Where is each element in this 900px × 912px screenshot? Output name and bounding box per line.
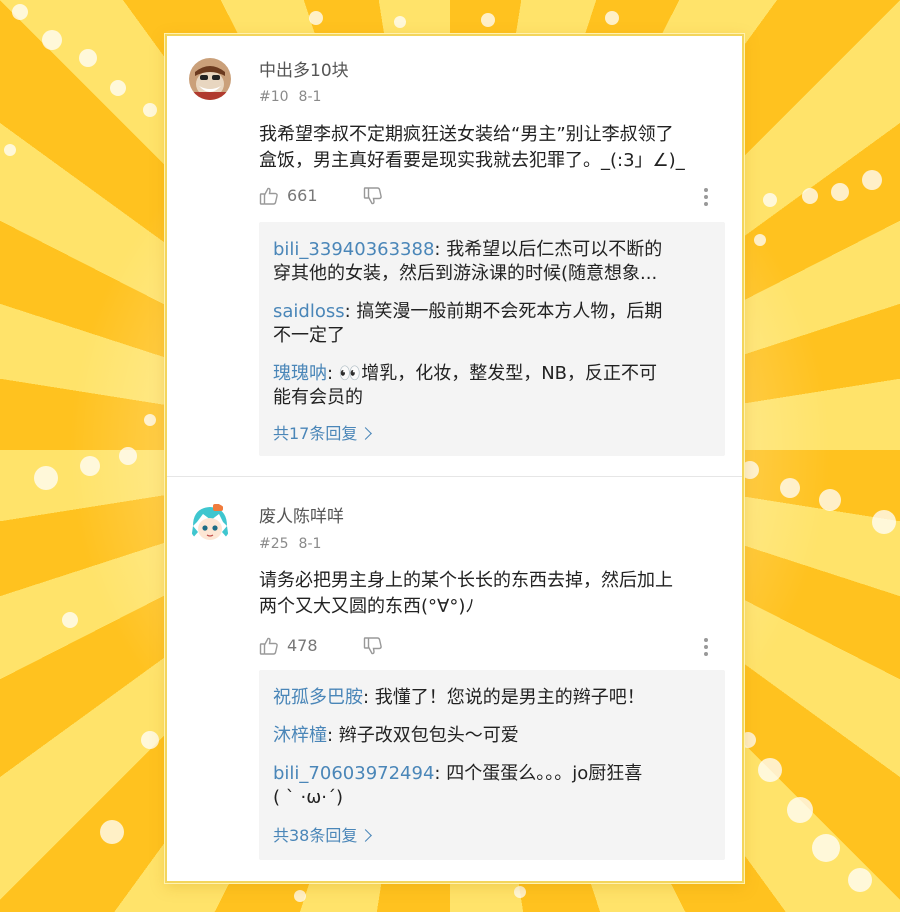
view-more-replies-link[interactable]: 共17条回复 [273, 420, 373, 444]
reply-text: : 辫子改双包包头～可爱 [327, 725, 519, 746]
avatar[interactable] [189, 58, 231, 100]
reply-item[interactable]: saidloss: 搞笑漫一般前期不会死本方人物，后期 不一定了 [273, 300, 703, 348]
comment-date: 8-1 [298, 89, 322, 105]
reply-username[interactable]: 祝孤多巴胺 [273, 687, 363, 708]
reply-username[interactable]: bili_70603972494 [273, 763, 434, 784]
thumbs-up-icon[interactable] [259, 186, 279, 210]
comment-date: 8-1 [298, 536, 322, 552]
reply-item[interactable]: 祝孤多巴胺: 我懂了！您说的是男主的辫子吧！ [273, 686, 703, 710]
username[interactable]: 中出多10块 [259, 56, 349, 81]
floor-number: #10 [259, 89, 289, 105]
reply-item[interactable]: 瑰瑰呐: 👀增乳，化妆，整发型，NB，反正不可 能有会员的 [273, 362, 703, 410]
view-more-replies-label: 共38条回复 [273, 826, 358, 845]
avatar[interactable] [189, 502, 231, 544]
reply-item[interactable]: bili_33940363388: 我希望以后仁杰可以不断的 穿其他的女装，然后… [273, 238, 703, 286]
reply-item[interactable]: bili_70603972494: 四个蛋蛋么。。。jo厨狂喜 ( ` ·ω·´… [273, 762, 703, 810]
reply-item[interactable]: 沐梓橦: 辫子改双包包头～可爱 [273, 724, 703, 748]
comment-item: 中出多10块 #10 8-1 我希望李叔不定期疯狂送女装给“男主”别让李叔领了 盒… [167, 36, 742, 476]
reply-username[interactable]: 沐梓橦 [273, 725, 327, 746]
more-vertical-icon[interactable] [701, 186, 711, 208]
chevron-right-icon [359, 427, 373, 440]
thumbs-down-icon[interactable] [363, 636, 383, 660]
reply-username[interactable]: 瑰瑰呐 [273, 363, 327, 384]
like-count: 478 [287, 636, 318, 655]
reply-username[interactable]: bili_33940363388 [273, 239, 434, 260]
comment-text: 我希望李叔不定期疯狂送女装给“男主”别让李叔领了 盒饭，男主真好看要是现实我就去… [259, 124, 685, 171]
like-count: 661 [287, 186, 318, 205]
comment-actions: 661 [259, 184, 719, 210]
divider [167, 476, 742, 477]
thumbs-up-icon[interactable] [259, 636, 279, 660]
thumbs-down-icon[interactable] [363, 186, 383, 210]
reply-box: bili_33940363388: 我希望以后仁杰可以不断的 穿其他的女装，然后… [259, 222, 725, 456]
more-vertical-icon[interactable] [701, 636, 711, 658]
reply-text: : 我懂了！您说的是男主的辫子吧！ [363, 687, 645, 708]
floor-number: #25 [259, 536, 289, 552]
view-more-replies-label: 共17条回复 [273, 424, 358, 443]
username[interactable]: 废人陈咩咩 [259, 502, 344, 527]
comment-meta: #25 8-1 [259, 536, 321, 552]
chevron-right-icon [359, 829, 373, 842]
comment-card: 中出多10块 #10 8-1 我希望李叔不定期疯狂送女装给“男主”别让李叔领了 盒… [165, 34, 744, 883]
reply-box: 祝孤多巴胺: 我懂了！您说的是男主的辫子吧！ 沐梓橦: 辫子改双包包头～可爱 b… [259, 670, 725, 860]
comment-meta: #10 8-1 [259, 89, 321, 105]
reply-text: : 👀增乳，化妆，整发型，NB，反正不可 能有会员的 [273, 363, 658, 408]
comment-actions: 478 [259, 634, 719, 660]
comment-text: 请务必把男主身上的某个长长的东西去掉，然后加上 两个又大又圆的东西(°∀°)ﾉ [259, 570, 673, 617]
view-more-replies-link[interactable]: 共38条回复 [273, 822, 373, 846]
reply-username[interactable]: saidloss [273, 301, 345, 322]
comment-item: 废人陈咩咩 #25 8-1 请务必把男主身上的某个长长的东西去掉，然后加上 两个又… [167, 480, 742, 880]
